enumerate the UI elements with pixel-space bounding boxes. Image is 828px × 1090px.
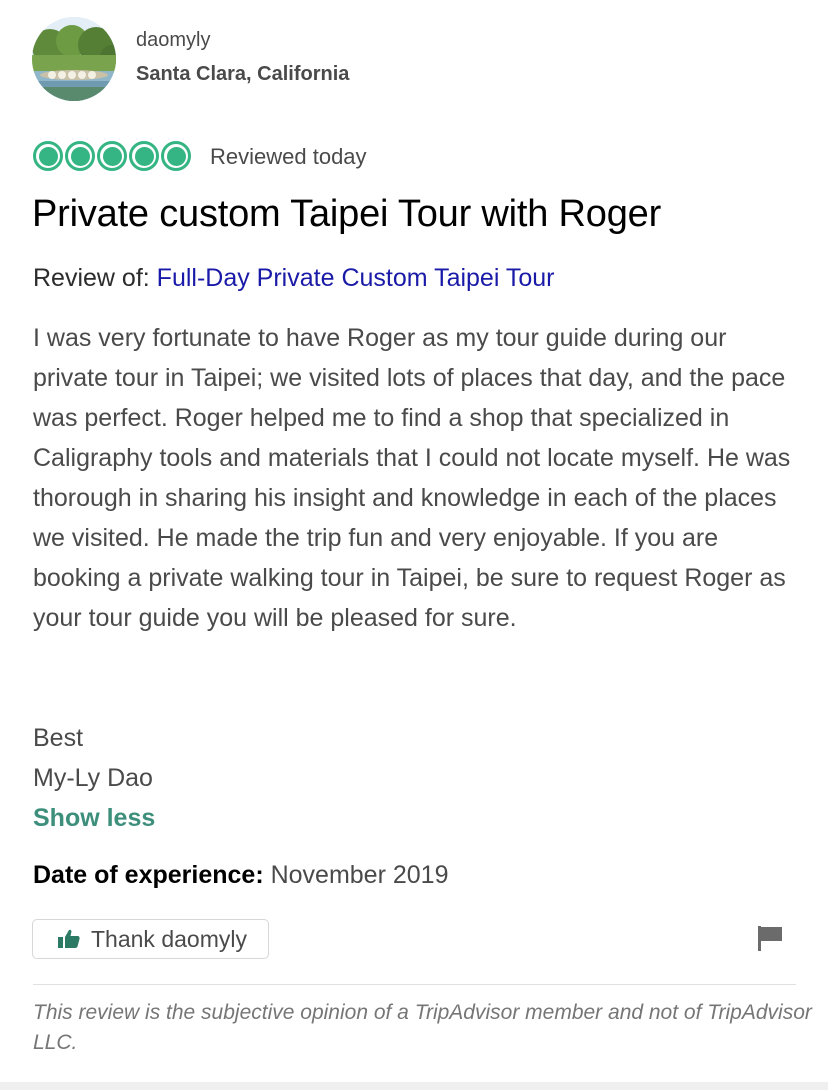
review-card: daomyly Santa Clara, California Reviewed…: [0, 0, 828, 1090]
review-disclaimer: This review is the subjective opinion of…: [33, 1001, 812, 1054]
thank-reviewer-label: Thank daomyly: [91, 925, 247, 952]
review-title: Private custom Taipei Tour with Roger: [32, 193, 662, 235]
date-of-experience: Date of experience: November 2019: [33, 861, 448, 890]
reviewer-avatar[interactable]: [32, 17, 116, 101]
reviewer-location: Santa Clara, California: [136, 63, 350, 85]
review-of-link[interactable]: Full-Day Private Custom Taipei Tour: [157, 264, 555, 292]
thumbs-up-icon: [57, 929, 81, 949]
rating-bubble-3: [97, 141, 127, 171]
show-less-link[interactable]: Show less: [33, 798, 155, 838]
reviewer-username[interactable]: daomyly: [136, 29, 210, 52]
review-of-label: Review of:: [33, 264, 150, 292]
signoff-line-2: My-Ly Dao: [33, 764, 153, 792]
review-signoff: Best My-Ly Dao: [33, 718, 153, 798]
signoff-line-1: Best: [33, 724, 84, 752]
rating-bubble-1: [33, 141, 63, 171]
reviewed-date: Reviewed today: [210, 144, 367, 169]
date-of-experience-value: November 2019: [270, 861, 449, 889]
rating-bubble-5: [161, 141, 191, 171]
bottom-separator: [0, 1082, 828, 1090]
divider: [33, 984, 796, 985]
rating-bubble-4: [129, 141, 159, 171]
review-body: I was very fortunate to have Roger as my…: [33, 324, 791, 632]
rating-bubbles: [33, 141, 191, 171]
rating-bubble-2: [65, 141, 95, 171]
review-of: Review of: Full-Day Private Custom Taipe…: [33, 264, 555, 293]
flag-icon[interactable]: [757, 924, 783, 957]
date-of-experience-label: Date of experience:: [33, 861, 264, 889]
thank-reviewer-button[interactable]: Thank daomyly: [32, 919, 269, 959]
